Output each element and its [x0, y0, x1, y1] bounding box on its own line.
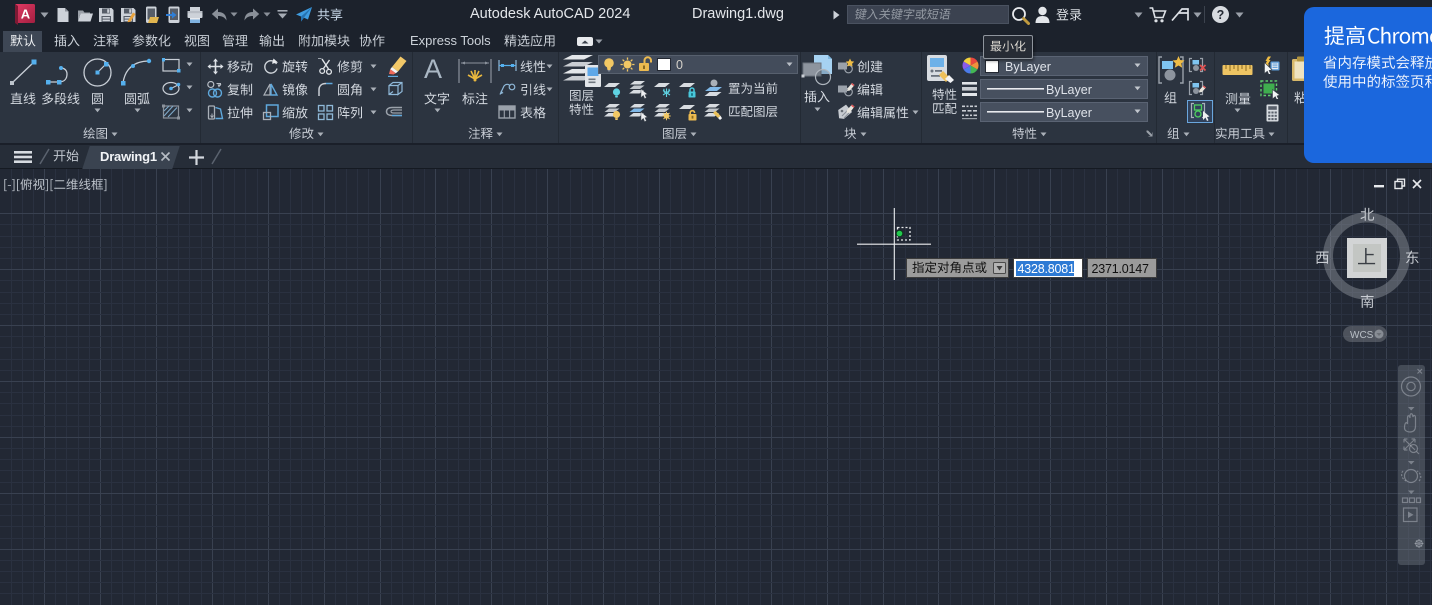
svg-text:A: A: [21, 7, 31, 22]
svg-text:?: ?: [1217, 8, 1225, 22]
